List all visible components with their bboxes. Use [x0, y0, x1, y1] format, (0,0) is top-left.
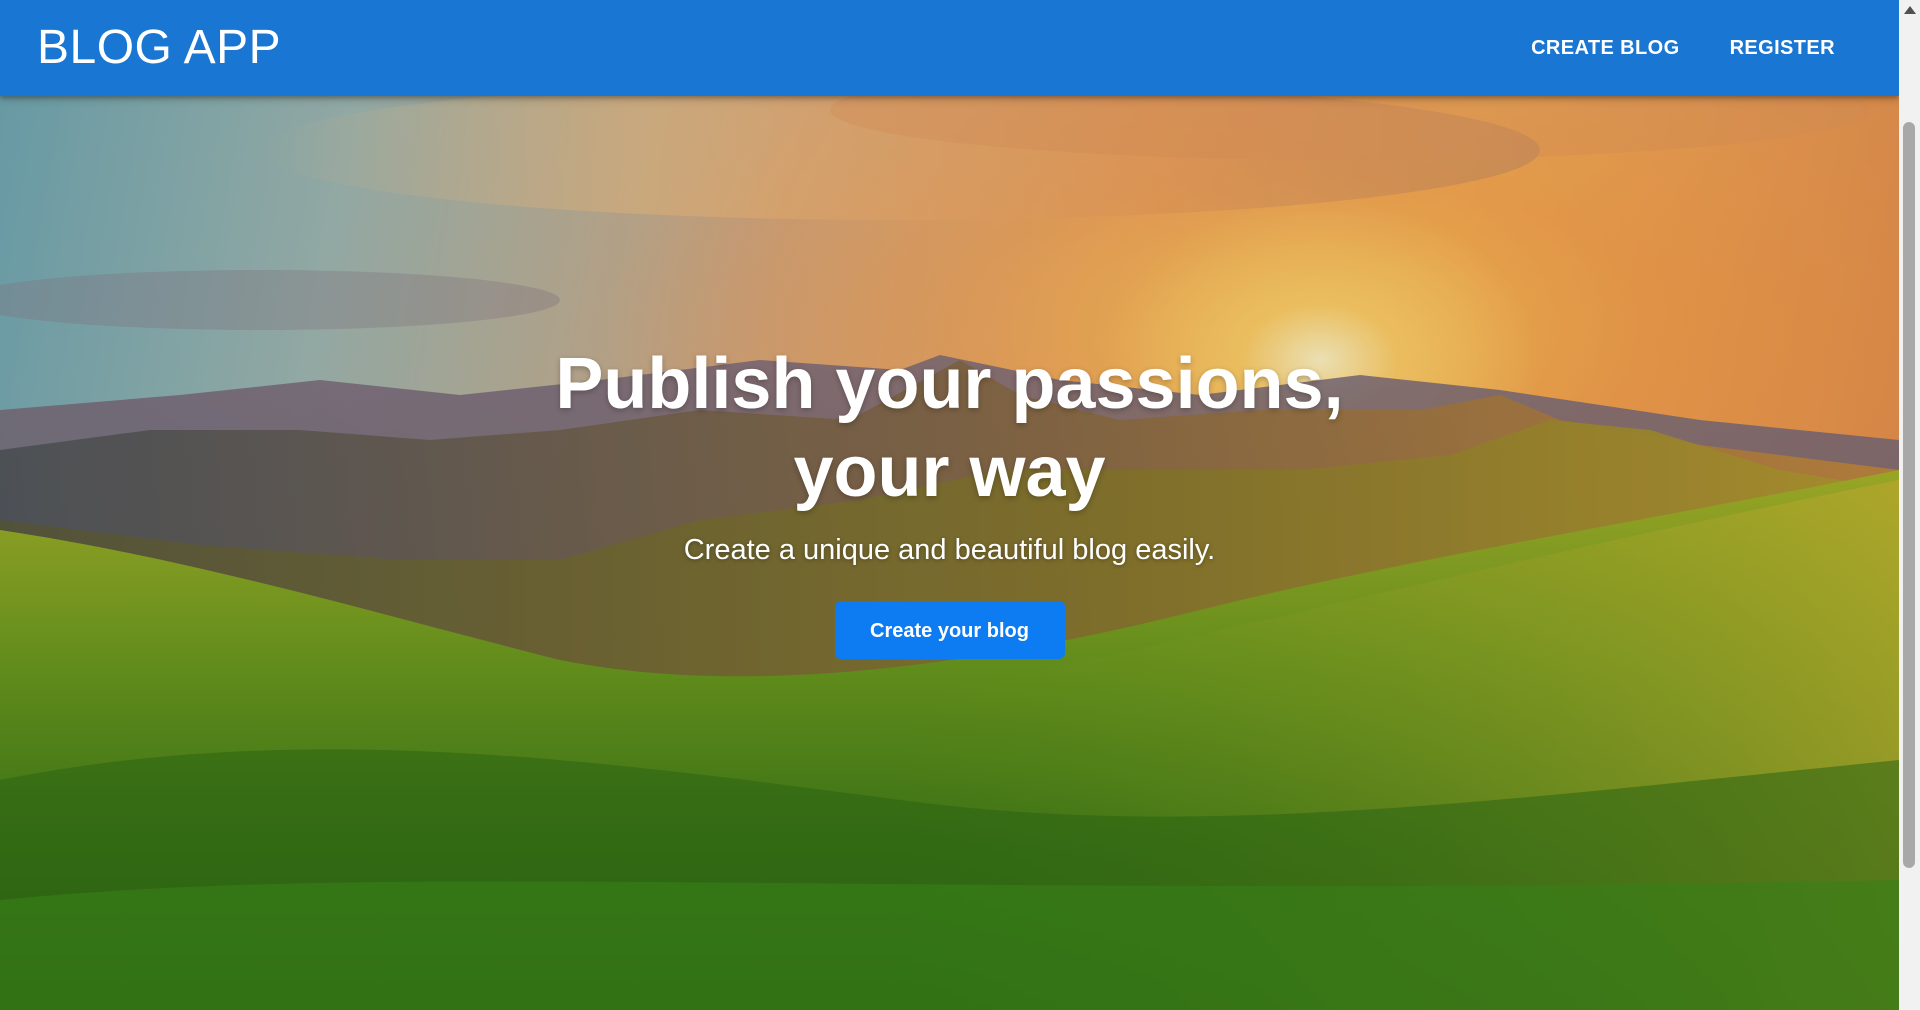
nav-menu: CREATE BLOG REGISTER	[1513, 0, 1853, 96]
create-your-blog-button[interactable]: Create your blog	[834, 601, 1065, 659]
hero-headline-line2: your way	[793, 432, 1106, 512]
scroll-up-arrow-icon[interactable]	[1904, 6, 1916, 14]
scrollbar-thumb[interactable]	[1903, 122, 1915, 868]
hero-subtitle: Create a unique and beautiful blog easil…	[683, 534, 1216, 566]
create-blog-nav-button[interactable]: CREATE BLOG	[1513, 27, 1697, 70]
viewport: BLOG APP CREATE BLOG REGISTER Publish yo…	[0, 0, 1899, 1010]
hero-content: Publish your passions, your way Create a…	[0, 340, 1899, 659]
vertical-scrollbar[interactable]	[1899, 0, 1920, 1010]
hero-headline: Publish your passions, your way	[0, 340, 1899, 516]
register-nav-button[interactable]: REGISTER	[1712, 27, 1853, 70]
app-bar: BLOG APP CREATE BLOG REGISTER	[0, 0, 1899, 96]
brand-title[interactable]: BLOG APP	[37, 20, 281, 75]
hero-headline-line1: Publish your passions,	[555, 344, 1344, 424]
page: BLOG APP CREATE BLOG REGISTER Publish yo…	[0, 0, 1920, 1010]
